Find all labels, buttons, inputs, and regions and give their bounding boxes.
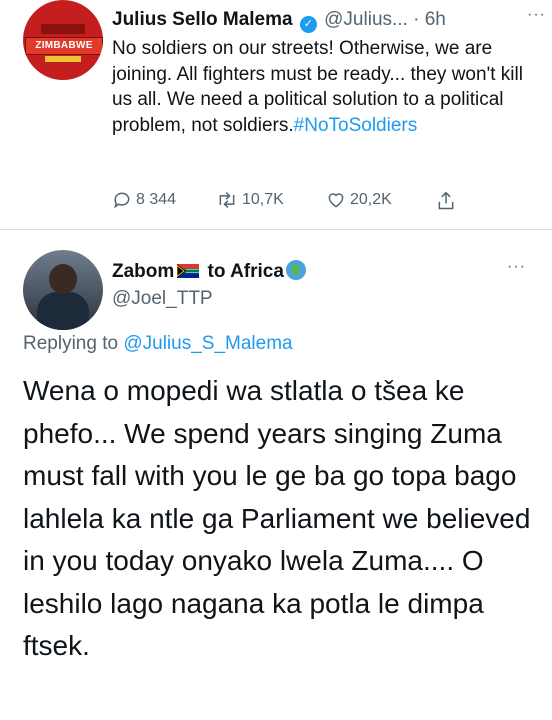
tweet-text: No soldiers on our streets! Otherwise, w…: [112, 36, 532, 138]
author-handle[interactable]: @Joel_TTP: [112, 288, 213, 310]
avatar-julius-malema[interactable]: ZIMBABWE: [23, 0, 103, 80]
like-count: 20,2K: [350, 191, 392, 208]
author-name[interactable]: Julius Sello Malema: [112, 9, 293, 30]
reply-icon: [114, 192, 130, 209]
retweet-count: 10,7K: [242, 191, 284, 208]
share-button[interactable]: [436, 190, 460, 212]
more-options-icon[interactable]: ···: [527, 6, 546, 24]
south-africa-flag-icon: [177, 264, 200, 278]
hashtag-link[interactable]: #NoToSoldiers: [294, 115, 418, 136]
globe-africa-icon: [285, 260, 306, 280]
tweet-time[interactable]: · 6h: [413, 9, 446, 30]
avatar-decoration: [45, 56, 81, 62]
author-name[interactable]: Zabom to Africa: [112, 260, 306, 283]
reply-count: 8 344: [136, 191, 177, 208]
mention-link[interactable]: @Julius_S_Malema: [123, 333, 292, 354]
retweet-icon: [219, 191, 235, 209]
author-name-part: Zabom: [112, 261, 175, 282]
avatar-decoration: [41, 24, 85, 34]
avatar-figure: [37, 292, 89, 330]
share-icon: [438, 191, 454, 210]
author-name-part: to Africa: [202, 261, 284, 282]
avatar-banner-text: ZIMBABWE: [25, 37, 103, 55]
tweet-header: Julius Sello Malema ✓ @Julius... · 6h: [112, 8, 446, 33]
like-button[interactable]: 20,2K: [326, 190, 392, 210]
replying-to: Replying to @Julius_S_Malema: [23, 333, 293, 355]
avatar-zabom[interactable]: [23, 250, 103, 330]
tweet-text: Wena o mopedi wa stlatla o tšea ke phefo…: [23, 375, 531, 661]
replying-label: Replying to: [23, 333, 124, 354]
more-options-icon[interactable]: ···: [507, 258, 526, 276]
heart-icon: [328, 193, 344, 208]
retweet-button[interactable]: 10,7K: [216, 190, 284, 210]
divider: [0, 229, 552, 230]
reply-button[interactable]: 8 344: [112, 190, 176, 210]
avatar-figure: [49, 264, 77, 294]
verified-badge-icon: ✓: [299, 16, 317, 33]
author-handle[interactable]: @Julius...: [324, 9, 408, 30]
